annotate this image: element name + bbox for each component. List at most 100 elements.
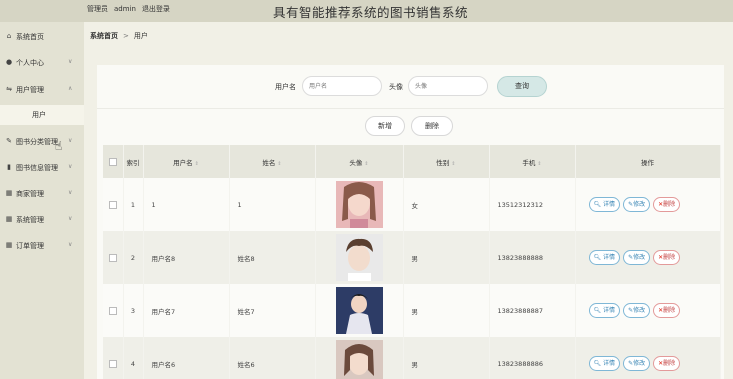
table-row: 3 用户名7 姓名7 男 13823888887 🔍︎ 详情 ✎修改 ✕删除 bbox=[103, 284, 721, 337]
sort-icon: ⇕ bbox=[537, 160, 542, 167]
person-icon: ● bbox=[5, 58, 13, 66]
chevron-up-icon: ∧ bbox=[68, 85, 73, 92]
cell-username: 1 bbox=[143, 178, 230, 231]
cell-phone: 13823888887 bbox=[489, 284, 576, 337]
header-name-label: 姓名 bbox=[262, 158, 276, 167]
row-checkbox[interactable] bbox=[108, 253, 117, 262]
edit-label: 修改 bbox=[633, 360, 646, 367]
cell-name: 姓名6 bbox=[229, 337, 316, 379]
chevron-down-icon: ∨ bbox=[68, 241, 73, 248]
search-icon: 🔍︎ bbox=[593, 201, 602, 208]
sidebar-item-orders[interactable]: ▦ 订单管理 ∨ bbox=[0, 236, 84, 256]
row-checkbox[interactable] bbox=[108, 306, 117, 315]
header-name[interactable]: 姓名 ⇕ bbox=[229, 145, 316, 178]
avatar-image[interactable] bbox=[335, 287, 383, 334]
app-title: 具有智能推荐系统的图书销售系统 bbox=[273, 5, 469, 20]
row-checkbox[interactable] bbox=[108, 359, 117, 368]
breadcrumb-separator: > bbox=[123, 32, 129, 40]
avatar-filter-label: 头像 bbox=[389, 83, 403, 91]
header-username-label: 用户名 bbox=[173, 158, 193, 167]
avatar-image[interactable] bbox=[335, 234, 383, 281]
delete-row-button[interactable]: ✕删除 bbox=[653, 250, 681, 265]
grid-icon: ▦ bbox=[5, 215, 13, 223]
avatar-search-input[interactable] bbox=[408, 76, 488, 96]
username-search-input[interactable] bbox=[302, 76, 382, 96]
cell-index: 2 bbox=[123, 231, 144, 284]
view-label: 详情 bbox=[603, 254, 616, 261]
bar-chart-icon: ▮ bbox=[7, 163, 11, 171]
sort-icon: ⇕ bbox=[364, 160, 369, 167]
delete-button[interactable]: 删除 bbox=[411, 116, 453, 136]
sidebar-item-user-management[interactable]: ⇋ 用户管理 ∧ bbox=[0, 80, 84, 100]
logout-link[interactable]: 退出登录 bbox=[142, 5, 170, 13]
header-gender-label: 性别 bbox=[436, 158, 450, 167]
delete-row-button[interactable]: ✕删除 bbox=[653, 303, 681, 318]
delete-row-button[interactable]: ✕删除 bbox=[653, 356, 681, 371]
sidebar-item-book-category[interactable]: ✎ 图书分类管理 ∨ bbox=[0, 132, 84, 152]
users-icon: ⇋ bbox=[6, 85, 12, 93]
view-button[interactable]: 🔍︎ 详情 bbox=[588, 197, 621, 212]
header-avatar[interactable]: 头像 ⇕ bbox=[315, 145, 404, 178]
chevron-down-icon: ∨ bbox=[68, 58, 73, 65]
search-icon: 🔍︎ bbox=[593, 360, 602, 367]
cell-ops: 🔍︎ 详情 ✎修改 ✕删除 bbox=[575, 178, 721, 231]
delete-label: 删除 bbox=[663, 201, 676, 208]
sort-icon: ⇕ bbox=[194, 160, 199, 167]
avatar-image[interactable] bbox=[335, 340, 383, 379]
edit-button[interactable]: ✎修改 bbox=[623, 197, 651, 212]
sort-icon: ⇕ bbox=[277, 160, 282, 167]
chevron-down-icon: ∨ bbox=[68, 189, 73, 196]
row-check-cell bbox=[103, 178, 124, 231]
row-checkbox[interactable] bbox=[108, 200, 117, 209]
view-label: 详情 bbox=[603, 360, 616, 367]
view-button[interactable]: 🔍︎ 详情 bbox=[588, 356, 621, 371]
username-filter-label: 用户名 bbox=[275, 83, 296, 91]
sidebar-item-merchant[interactable]: ▦ 商家管理 ∨ bbox=[0, 184, 84, 204]
add-button[interactable]: 新增 bbox=[365, 116, 405, 136]
sidebar-item-home[interactable]: ⌂ 系统首页 bbox=[0, 27, 84, 47]
edit-button[interactable]: ✎修改 bbox=[623, 356, 651, 371]
sort-icon: ⇕ bbox=[451, 160, 456, 167]
select-all-cell bbox=[103, 145, 124, 178]
view-button[interactable]: 🔍︎ 详情 bbox=[588, 303, 621, 318]
avatar-image[interactable] bbox=[335, 181, 383, 228]
sidebar-subitem-user[interactable]: 用户 bbox=[0, 105, 84, 125]
edit-label: 修改 bbox=[633, 307, 646, 314]
breadcrumb-home[interactable]: 系统首页 bbox=[90, 32, 118, 40]
edit-label: 修改 bbox=[633, 201, 646, 208]
chevron-down-icon: ∨ bbox=[68, 215, 73, 222]
top-bar: 管理员 admin 退出登录 具有智能推荐系统的图书销售系统 bbox=[0, 0, 733, 22]
sidebar-item-profile[interactable]: ● 个人中心 ∨ bbox=[0, 53, 84, 73]
view-label: 详情 bbox=[603, 201, 616, 208]
select-all-checkbox[interactable] bbox=[108, 157, 117, 166]
query-button[interactable]: 查询 bbox=[497, 76, 547, 97]
search-icon: 🔍︎ bbox=[593, 254, 602, 261]
delete-label: 删除 bbox=[663, 254, 676, 261]
cell-phone: 13823888888 bbox=[489, 231, 576, 284]
cell-name: 姓名8 bbox=[229, 231, 316, 284]
header-gender[interactable]: 性别 ⇕ bbox=[403, 145, 490, 178]
cell-username: 用户名7 bbox=[143, 284, 230, 337]
edit-button[interactable]: ✎修改 bbox=[623, 250, 651, 265]
sidebar-item-label: 图书信息管理 bbox=[16, 164, 58, 172]
cell-username: 用户名8 bbox=[143, 231, 230, 284]
delete-label: 删除 bbox=[663, 360, 676, 367]
header-avatar-label: 头像 bbox=[349, 158, 363, 167]
header-phone[interactable]: 手机 ⇕ bbox=[489, 145, 576, 178]
search-form: 用户名 头像 查询 bbox=[97, 65, 724, 108]
main-panel: 用户名 头像 查询 新增 删除 索引 用户名⇕ 姓名⇕ 头像⇕ 性别⇕ 手机⇕ … bbox=[97, 65, 724, 379]
hand-cursor-icon: ☝ bbox=[55, 139, 63, 153]
grid-icon: ▦ bbox=[5, 189, 13, 197]
sidebar-item-system[interactable]: ▦ 系统管理 ∨ bbox=[0, 210, 84, 230]
cell-gender: 男 bbox=[403, 284, 490, 337]
breadcrumb-current: 用户 bbox=[133, 32, 148, 40]
header-username[interactable]: 用户名 ⇕ bbox=[143, 145, 230, 178]
header-phone-label: 手机 bbox=[522, 158, 536, 167]
cell-gender: 男 bbox=[403, 231, 490, 284]
view-button[interactable]: 🔍︎ 详情 bbox=[588, 250, 621, 265]
sidebar-subitem-label: 用户 bbox=[32, 111, 46, 119]
sidebar-item-book-info[interactable]: ▮ 图书信息管理 ∨ bbox=[0, 158, 84, 178]
delete-row-button[interactable]: ✕删除 bbox=[653, 197, 681, 212]
edit-button[interactable]: ✎修改 bbox=[623, 303, 651, 318]
delete-label: 删除 bbox=[663, 307, 676, 314]
